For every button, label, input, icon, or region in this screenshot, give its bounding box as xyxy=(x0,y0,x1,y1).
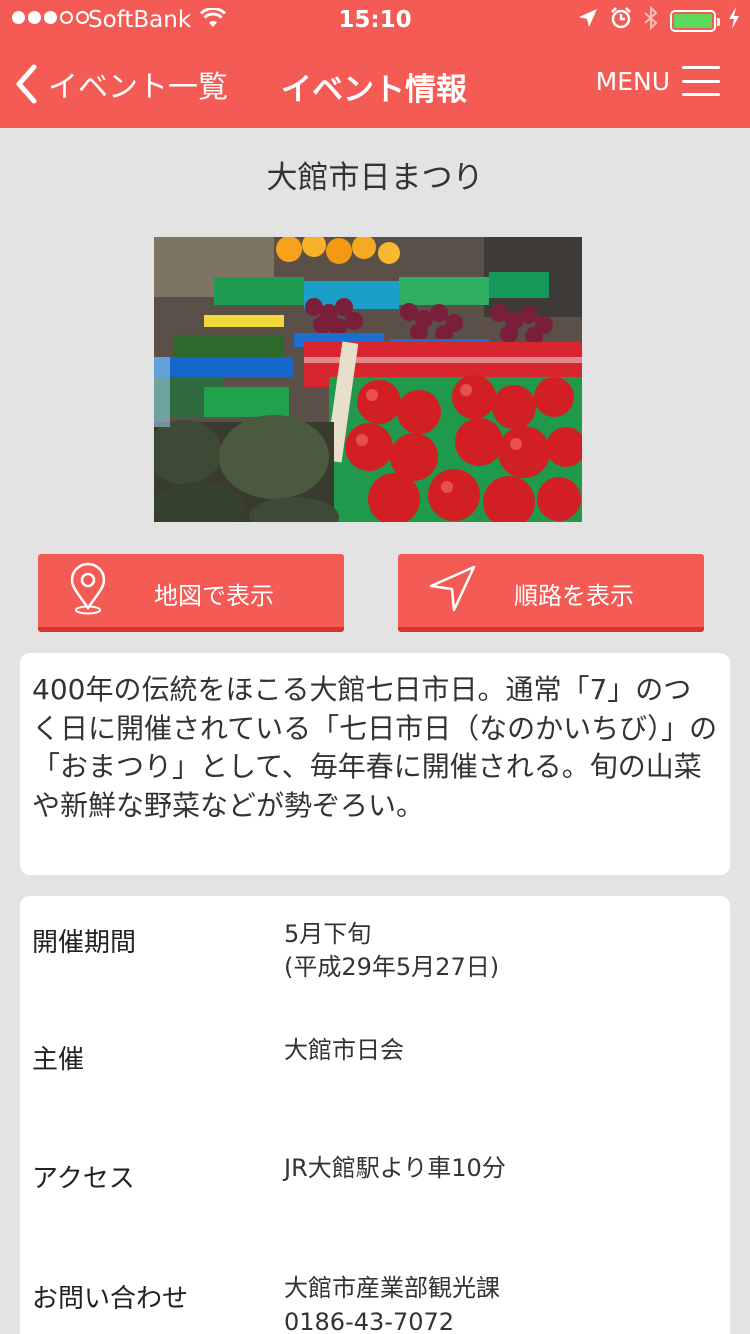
event-title: 大館市日まつり xyxy=(266,160,484,196)
contact-phone-link[interactable]: 0186-43-7072 xyxy=(284,1306,454,1334)
period-label: 開催期間 xyxy=(32,928,137,958)
menu-button[interactable]: MENU xyxy=(596,66,720,96)
show-route-button[interactable]: 順路を表示 xyxy=(398,554,704,632)
status-bar: SoftBank 15:10 xyxy=(0,0,750,40)
access-value: JR大館駅より車10分 xyxy=(284,1154,506,1182)
bluetooth-icon xyxy=(644,5,658,36)
alarm-icon xyxy=(610,7,632,35)
battery-fill xyxy=(674,14,712,28)
hamburger-icon xyxy=(682,66,720,96)
battery-icon xyxy=(670,10,720,32)
event-description: 400年の伝統をほこる大館七日市日。通常「7」のつく日に開催されている「七日市日… xyxy=(20,653,730,875)
contact-value: 大館市産業部観光課 xyxy=(284,1274,500,1302)
organizer-label: 主催 xyxy=(32,1045,85,1075)
show-route-label: 順路を表示 xyxy=(514,582,634,610)
period-detail: (平成29年5月27日) xyxy=(284,953,500,981)
organizer-value: 大館市日会 xyxy=(284,1036,404,1064)
show-map-label: 地図で表示 xyxy=(154,582,274,610)
page-title-text: イベント情報 xyxy=(281,72,467,108)
contact-label: お問い合わせ xyxy=(32,1284,189,1314)
event-photo xyxy=(154,237,582,522)
charging-icon xyxy=(728,7,740,35)
show-map-button[interactable]: 地図で表示 xyxy=(38,554,344,632)
header-bar: SoftBank 15:10 イベント一覧 イベント情報 MENU xyxy=(0,0,750,128)
period-value: 5月下旬 xyxy=(284,920,372,948)
location-arrow-icon xyxy=(578,8,598,34)
event-info-card: 開催期間 5月下旬 (平成29年5月27日) 主催 大館市日会 アクセス JR大… xyxy=(20,896,730,1334)
access-label: アクセス xyxy=(32,1164,135,1194)
menu-label: MENU xyxy=(595,66,670,96)
